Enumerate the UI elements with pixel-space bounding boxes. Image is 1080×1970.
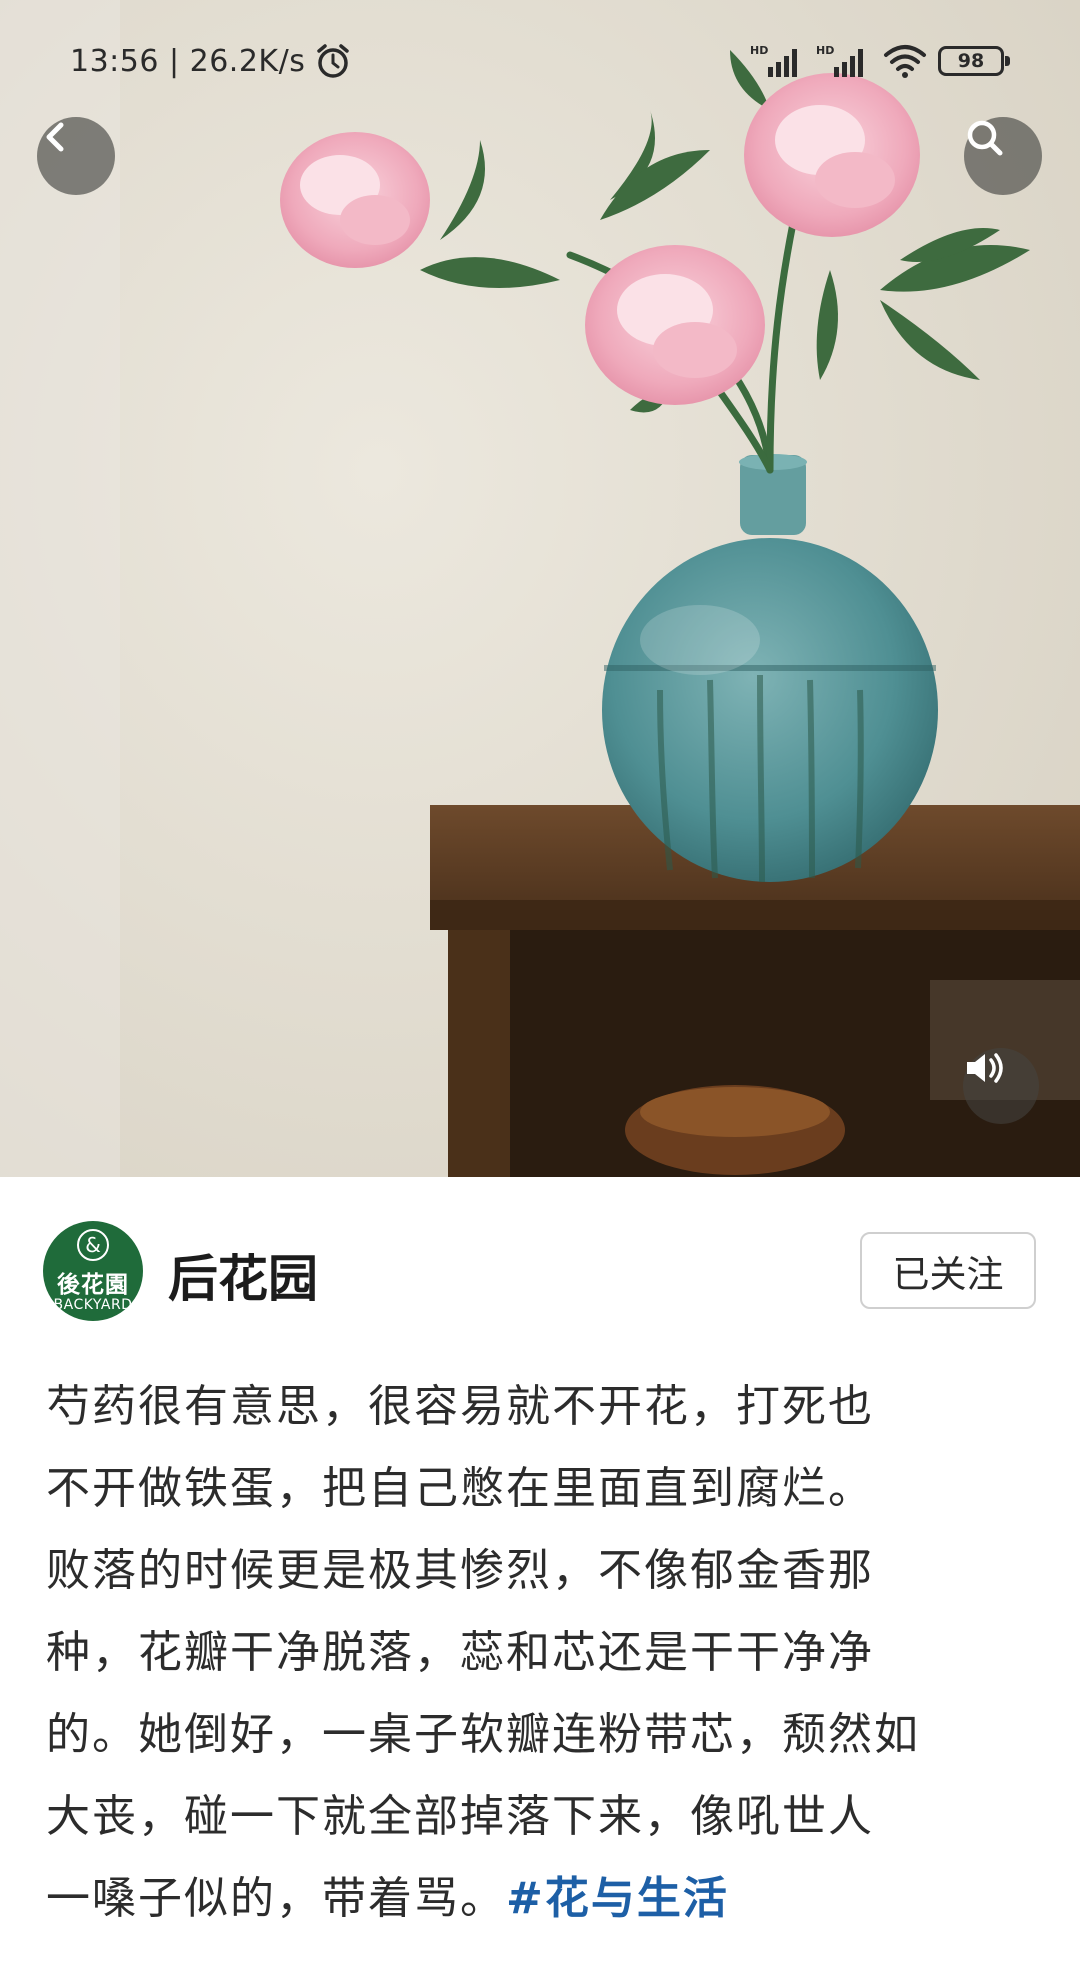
post-line: 芍药很有意思，很容易就不开花，打死也 [46, 1381, 874, 1432]
signal-label-2: HD [816, 44, 834, 57]
status-time-speed: 13:56 | 26.2K/s [70, 43, 306, 79]
status-bar: 13:56 | 26.2K/s HD HD 98 [0, 0, 1080, 120]
photo-illustration [0, 0, 1080, 1177]
post-line: 败落的时候更是极其惨烈，不像郁金香那 [46, 1545, 874, 1596]
avatar-chinese-text: 後花園 [57, 1272, 129, 1298]
battery-indicator: 98 [938, 46, 1010, 76]
wifi-icon [884, 45, 926, 78]
back-arrow-icon [46, 122, 64, 152]
signal-label-1: HD [750, 44, 768, 57]
post-line: 的。她倒好，一桌子软瓣连粉带芯，颓然如 [46, 1709, 920, 1760]
signal-icon-2: HD [816, 44, 863, 77]
post-line: 不开做铁蛋，把自己憋在里面直到腐烂。 [46, 1463, 874, 1514]
author-name[interactable]: 后花园 [168, 1239, 318, 1311]
post-last-line: 一嗓子似的，带着骂。#花与生活 [46, 1858, 1046, 1940]
search-button[interactable] [964, 117, 1042, 195]
avatar-english-text: BACKYARD [53, 1297, 133, 1313]
avatar[interactable]: & 後花園 BACKYARD [43, 1221, 143, 1321]
status-right: HD HD 98 [750, 38, 1010, 84]
author-row: & 後花園 BACKYARD 后花园 已关注 [0, 1177, 1080, 1352]
signal-icon: HD [750, 44, 797, 77]
post-line: 种，花瓣干净脱落，蕊和芯还是干干净净 [46, 1627, 874, 1678]
post-body: 芍药很有意思，很容易就不开花，打死也 不开做铁蛋，把自己憋在里面直到腐烂。 败落… [46, 1366, 1046, 1940]
alarm-icon [317, 44, 350, 78]
avatar-symbol: & [77, 1229, 109, 1261]
search-icon [967, 120, 1003, 156]
sound-icon [967, 1053, 1003, 1083]
back-button[interactable] [37, 117, 115, 195]
post-line: 大丧，碰一下就全部掉落下来，像吼世人 [46, 1791, 874, 1842]
post-photo[interactable] [0, 0, 1080, 1177]
hashtag-link[interactable]: #花与生活 [506, 1873, 729, 1924]
status-left: 13:56 | 26.2K/s [70, 38, 353, 84]
sound-toggle-button[interactable] [963, 1048, 1039, 1124]
battery-level: 98 [957, 50, 985, 72]
following-button[interactable]: 已关注 [860, 1232, 1036, 1309]
post-line: 一嗓子似的，带着骂。 [46, 1873, 506, 1924]
